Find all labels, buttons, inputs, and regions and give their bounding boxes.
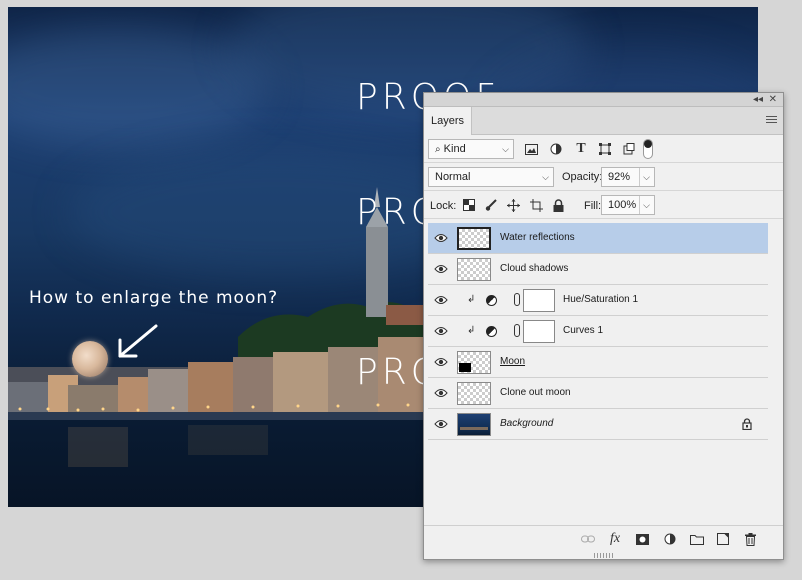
kind-filter-dropdown[interactable]: ⌕ Kind ⌵ <box>428 139 514 159</box>
fill-label: Fill: <box>584 200 602 212</box>
layer-name[interactable]: Curves 1 <box>563 325 603 336</box>
close-icon[interactable]: ✕ <box>769 93 777 107</box>
shape-filter-icon[interactable] <box>597 141 613 157</box>
layer-name[interactable]: Hue/Saturation 1 <box>563 294 638 305</box>
panel-tabbar: Layers <box>424 107 783 135</box>
layer-thumbnail[interactable] <box>457 413 491 436</box>
new-group-icon[interactable] <box>689 531 705 547</box>
blend-mode-dropdown[interactable]: Normal ⌵ <box>428 167 554 187</box>
layer-name[interactable]: Background <box>500 418 553 429</box>
lock-transparent-pixels-icon[interactable] <box>461 197 477 213</box>
layer-row-clone-out-moon[interactable]: Clone out moon <box>428 378 768 409</box>
layer-thumbnail[interactable] <box>457 227 491 250</box>
moon-image <box>72 341 108 377</box>
blend-mode-value: Normal <box>435 171 471 183</box>
layer-thumbnail[interactable] <box>457 351 491 374</box>
layer-mask-thumbnail[interactable] <box>523 289 555 312</box>
kind-label: Kind <box>443 143 466 155</box>
add-mask-icon[interactable] <box>634 531 650 547</box>
adjustment-filter-icon[interactable] <box>548 141 564 157</box>
filter-toggle-icon[interactable] <box>643 139 653 159</box>
layer-row-water-reflections[interactable]: Water reflections <box>428 223 768 254</box>
lock-label: Lock: <box>430 200 457 212</box>
chevron-down-icon: ⌵ <box>639 168 650 186</box>
layer-name[interactable]: Cloud shadows <box>500 263 568 274</box>
layers-list: Water reflections Cloud shadows ↲ Hue/Sa… <box>428 223 768 440</box>
fx-icon[interactable]: fx <box>607 531 623 547</box>
thumbnail-town-mark <box>460 427 488 430</box>
link-layers-icon[interactable] <box>580 531 596 547</box>
clipping-mask-icon: ↲ <box>467 294 476 305</box>
layer-row-curves[interactable]: ↲ Curves 1 <box>428 316 768 347</box>
tab-layers[interactable]: Layers <box>424 107 472 135</box>
fill-value: 100% <box>608 199 637 211</box>
visibility-eye-icon[interactable] <box>434 325 448 337</box>
visibility-eye-icon[interactable] <box>434 356 448 368</box>
chevron-down-icon: ⌵ <box>542 172 549 182</box>
opacity-label: Opacity: <box>562 171 603 183</box>
arrow-icon <box>118 324 158 358</box>
lock-icon <box>742 418 752 430</box>
layer-row-cloud-shadows[interactable]: Cloud shadows <box>428 254 768 285</box>
lock-all-icon[interactable] <box>550 197 566 213</box>
chevron-down-icon: ⌵ <box>639 196 650 214</box>
collapse-icon[interactable]: ◂◂ <box>753 93 763 107</box>
type-filter-icon[interactable]: T <box>573 141 589 157</box>
filter-row: ⌕ Kind ⌵ T <box>424 135 783 163</box>
layers-panel: ◂◂ ✕ Layers ⌕ Kind ⌵ T Normal ⌵ Opacity:… <box>423 92 784 560</box>
smart-object-filter-icon[interactable] <box>621 141 637 157</box>
new-adjustment-icon[interactable] <box>662 531 678 547</box>
panel-titlebar[interactable]: ◂◂ ✕ <box>424 93 783 107</box>
layer-name[interactable]: Water reflections <box>500 232 575 243</box>
layer-name[interactable]: Clone out moon <box>500 387 571 398</box>
fill-field[interactable]: 100% ⌵ <box>601 195 655 215</box>
layer-mask-thumbnail[interactable] <box>523 320 555 343</box>
panel-menu-icon[interactable] <box>766 116 777 125</box>
panel-resize-grip[interactable] <box>594 553 614 558</box>
layer-row-background[interactable]: Background <box>428 409 768 440</box>
moon-thumbnail-mark <box>459 363 471 372</box>
layer-name[interactable]: Moon <box>500 356 525 367</box>
new-layer-icon[interactable] <box>715 531 731 547</box>
layer-row-moon[interactable]: Moon <box>428 347 768 378</box>
search-icon: ⌕ <box>435 144 441 155</box>
chevron-down-icon: ⌵ <box>502 144 509 154</box>
mask-link-icon[interactable] <box>514 324 520 337</box>
layer-thumbnail[interactable] <box>457 382 491 405</box>
adjustment-layer-icon[interactable] <box>486 295 497 306</box>
visibility-eye-icon[interactable] <box>434 232 448 244</box>
opacity-value: 92% <box>608 171 631 183</box>
opacity-field[interactable]: 92% ⌵ <box>601 167 655 187</box>
image-filter-icon[interactable] <box>523 141 539 157</box>
lock-image-pixels-icon[interactable] <box>483 197 499 213</box>
visibility-eye-icon[interactable] <box>434 387 448 399</box>
visibility-eye-icon[interactable] <box>434 294 448 306</box>
blend-row: Normal ⌵ Opacity: 92% ⌵ <box>424 163 783 191</box>
visibility-eye-icon[interactable] <box>434 263 448 275</box>
visibility-eye-icon[interactable] <box>434 418 448 430</box>
lock-artboard-icon[interactable] <box>528 197 544 213</box>
mask-link-icon[interactable] <box>514 293 520 306</box>
adjustment-layer-icon[interactable] <box>486 326 497 337</box>
clipping-mask-icon: ↲ <box>467 325 476 336</box>
panel-footer: fx <box>424 525 783 551</box>
question-text: How to enlarge the moon? <box>29 288 279 308</box>
lock-row: Lock: Fill: 100% ⌵ <box>424 191 783 219</box>
lock-position-icon[interactable] <box>505 197 521 213</box>
layer-row-hue-saturation[interactable]: ↲ Hue/Saturation 1 <box>428 285 768 316</box>
delete-layer-icon[interactable] <box>742 531 758 547</box>
layer-thumbnail[interactable] <box>457 258 491 281</box>
